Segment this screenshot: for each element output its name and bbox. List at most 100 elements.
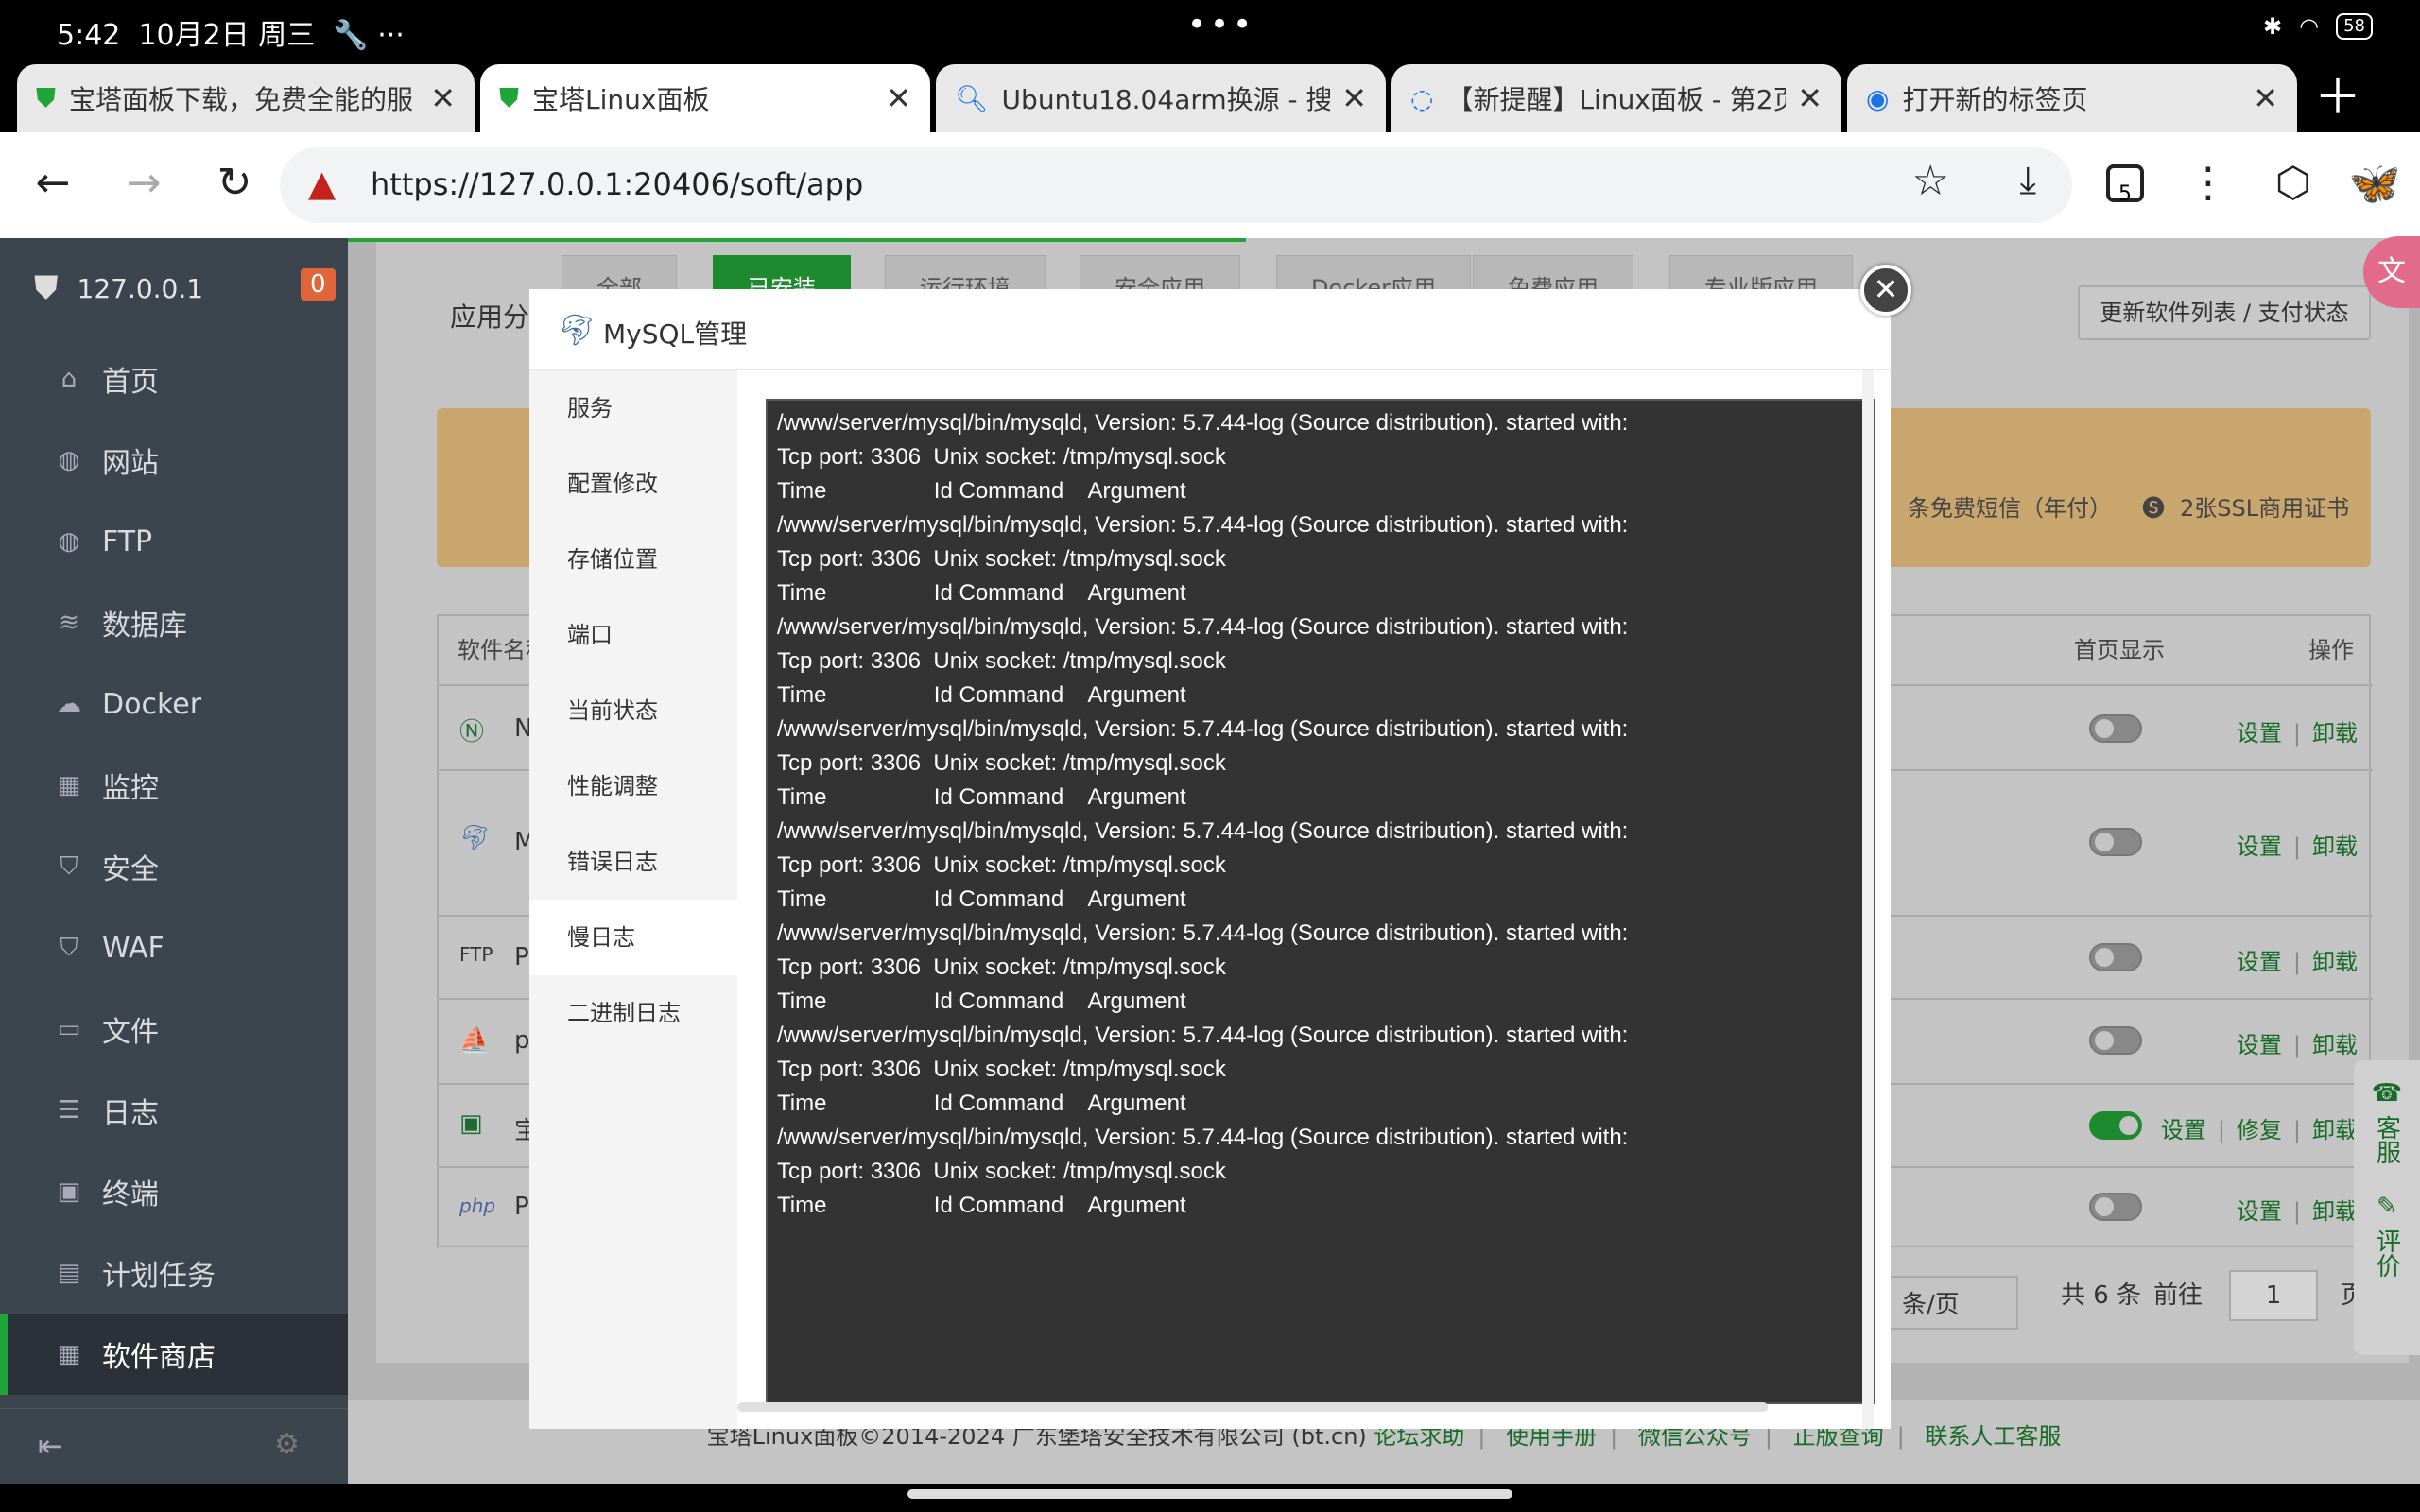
baota-shield-icon: ⛊ — [499, 82, 520, 113]
horizontal-scrollbar[interactable] — [737, 1402, 1768, 1412]
home-display-toggle[interactable] — [2089, 1026, 2142, 1055]
loading-icon: ◌ — [1410, 82, 1434, 114]
vertical-scrollbar[interactable] — [1862, 370, 1874, 1429]
back-arrow-icon[interactable]: ← — [26, 159, 79, 207]
float-support-panel: ☎ 客服 ✎ 评价 — [2354, 1060, 2420, 1355]
globe-icon: ◍ — [58, 446, 80, 474]
reload-icon[interactable]: ↻ — [208, 159, 261, 207]
sidebar-item-terminal[interactable]: ▣ 终端 — [0, 1151, 348, 1232]
browser-icon: ◉ — [1866, 82, 1890, 114]
download-icon[interactable]: ⤓ — [2019, 159, 2036, 202]
phpmyadmin-logo-icon: ⛵ — [459, 1026, 491, 1055]
nav-storage[interactable]: 存储位置 — [529, 522, 737, 597]
forward-arrow-icon[interactable]: → — [117, 159, 170, 207]
nav-status[interactable]: 当前状态 — [529, 673, 737, 748]
sidebar-item-docker[interactable]: ☁ Docker — [0, 663, 348, 745]
sidebar-item-waf[interactable]: ⛉ WAF — [0, 907, 348, 988]
nav-port[interactable]: 端口 — [529, 597, 737, 673]
nav-error-log[interactable]: 错误日志 — [529, 824, 737, 900]
update-software-list-button[interactable]: 更新软件列表 / 支付状态 — [2078, 285, 2371, 340]
settings-link[interactable]: 设置 — [2237, 833, 2282, 860]
home-display-toggle[interactable] — [2089, 1193, 2142, 1221]
status-bar: 5:42 10月2日 周三 🔧 ··· ••• ✱ ◠ 58 — [0, 0, 2420, 59]
terminal-logo-icon: ▣ — [459, 1109, 483, 1138]
customer-service-button[interactable]: 客服 — [2370, 1115, 2405, 1164]
browser-tab[interactable]: ◉ 打开新的标签页 ✕ — [1847, 64, 2297, 132]
home-display-toggle[interactable] — [2089, 943, 2142, 971]
url-text[interactable]: https://127.0.0.1:20406/soft/app — [371, 166, 863, 202]
new-tab-plus-icon[interactable]: ＋ — [2314, 74, 2361, 121]
uninstall-link[interactable]: 卸载 — [2312, 720, 2358, 747]
php-logo-icon: php — [459, 1194, 496, 1217]
browser-tab-active[interactable]: ⛊ 宝塔Linux面板 ✕ — [480, 64, 930, 132]
battery-indicator: 58 — [2336, 13, 2373, 40]
gear-icon[interactable]: ⚙ — [274, 1428, 300, 1461]
close-tab-icon[interactable]: ✕ — [886, 80, 911, 116]
close-dialog-icon[interactable]: ✕ — [1860, 265, 1911, 316]
sidebar-item-security[interactable]: ⛉ 安全 — [0, 826, 348, 907]
uninstall-link[interactable]: 卸载 — [2312, 1198, 2358, 1225]
mysql-dolphin-icon: 🐬︎ — [558, 312, 596, 348]
settings-link[interactable]: 设置 — [2237, 949, 2282, 975]
sidebar-item-files[interactable]: ▭ 文件 — [0, 988, 348, 1070]
sidebar-header[interactable]: ⛊ 127.0.0.1 0 — [0, 238, 348, 338]
monitor-icon: ▦ — [57, 771, 81, 799]
nav-config[interactable]: 配置修改 — [529, 446, 737, 522]
browser-tab[interactable]: 🔍︎ Ubuntu18.04arm换源 - 搜索 ✕ — [936, 64, 1386, 132]
collapse-menu-icon[interactable]: ⇤ — [38, 1428, 63, 1464]
uninstall-link[interactable]: 卸载 — [2312, 1032, 2358, 1058]
footer-link-support[interactable]: 联系人工客服 — [1925, 1423, 2061, 1450]
sidebar-item-website[interactable]: ◍ 网站 — [0, 420, 348, 501]
menu-kebab-icon[interactable]: ⋮ — [2182, 159, 2235, 207]
uninstall-link[interactable]: 卸载 — [2312, 1117, 2358, 1143]
sidebar-item-software-store[interactable]: ▦ 软件商店 — [0, 1314, 348, 1395]
sidebar-item-ftp[interactable]: ◍ FTP — [0, 501, 348, 582]
loading-progress-bar — [348, 238, 1246, 242]
uninstall-link[interactable]: 卸载 — [2312, 949, 2358, 975]
bookmark-star-icon[interactable]: ☆ — [1912, 157, 1949, 205]
sidebar-item-database[interactable]: ≋ 数据库 — [0, 582, 348, 663]
sidebar-footer: ⇤ ⚙ — [0, 1408, 348, 1484]
slow-log-textarea[interactable]: /www/server/mysql/bin/mysqld, Version: 5… — [766, 399, 1876, 1404]
extension-icon[interactable]: ⬡ — [2267, 159, 2320, 207]
sidebar-item-monitor[interactable]: ▦ 监控 — [0, 745, 348, 826]
multiwindow-dots[interactable]: ••• — [1187, 6, 1255, 43]
close-tab-icon[interactable]: ✕ — [2253, 80, 2278, 116]
settings-link[interactable]: 设置 — [2237, 720, 2282, 747]
browser-tab[interactable]: ◌ 【新提醒】Linux面板 - 第2页 ✕ — [1392, 64, 1841, 132]
close-tab-icon[interactable]: ✕ — [1797, 80, 1823, 116]
close-tab-icon[interactable]: ✕ — [1341, 80, 1367, 116]
page-size-select[interactable]: 条/页 — [1883, 1276, 2018, 1330]
not-secure-warning-icon[interactable]: ▲ — [308, 163, 336, 204]
home-display-toggle[interactable] — [2089, 714, 2142, 743]
sidebar-item-home[interactable]: ⌂ 首页 — [0, 338, 348, 420]
gesture-nav-bar[interactable] — [908, 1489, 1512, 1499]
grid-icon: ▦ — [57, 1340, 81, 1368]
page-input[interactable]: 1 — [2229, 1270, 2318, 1321]
notification-badge[interactable]: 0 — [301, 268, 336, 301]
home-display-toggle[interactable] — [2089, 828, 2142, 856]
tab-switcher-button[interactable]: 5 — [2106, 164, 2144, 206]
close-tab-icon[interactable]: ✕ — [430, 80, 456, 116]
sidebar-item-cron[interactable]: ▤ 计划任务 — [0, 1232, 348, 1314]
repair-link[interactable]: 修复 — [2237, 1117, 2282, 1143]
home-display-toggle[interactable] — [2089, 1111, 2142, 1140]
browser-tab[interactable]: ⛊ 宝塔面板下载，免费全能的服 ✕ — [17, 64, 475, 132]
omnibox[interactable]: ▲ https://127.0.0.1:20406/soft/app ☆ ⤓ — [280, 147, 2072, 223]
sidebar-item-logs[interactable]: ☰ 日志 — [0, 1070, 348, 1151]
settings-link[interactable]: 设置 — [2237, 1198, 2282, 1225]
nav-service[interactable]: 服务 — [529, 370, 737, 446]
settings-link[interactable]: 设置 — [2161, 1117, 2206, 1143]
wrench-icon: 🔧 — [333, 19, 369, 52]
ftp-logo-icon: FTP — [459, 943, 493, 966]
profile-avatar-butterfly-icon[interactable]: 🦋 — [2348, 159, 2401, 208]
nav-binlog[interactable]: 二进制日志 — [529, 975, 737, 1051]
settings-link[interactable]: 设置 — [2237, 1032, 2282, 1058]
nav-performance[interactable]: 性能调整 — [529, 748, 737, 824]
mysql-dolphin-icon: 🐬︎ — [459, 824, 492, 852]
dialog-title: MySQL管理 — [603, 318, 748, 350]
review-button[interactable]: 评价 — [2370, 1228, 2405, 1278]
nav-slow-log[interactable]: 慢日志 — [529, 900, 737, 975]
uninstall-link[interactable]: 卸载 — [2312, 833, 2358, 860]
ssl-badge-icon: 🅢 — [2142, 495, 2165, 522]
